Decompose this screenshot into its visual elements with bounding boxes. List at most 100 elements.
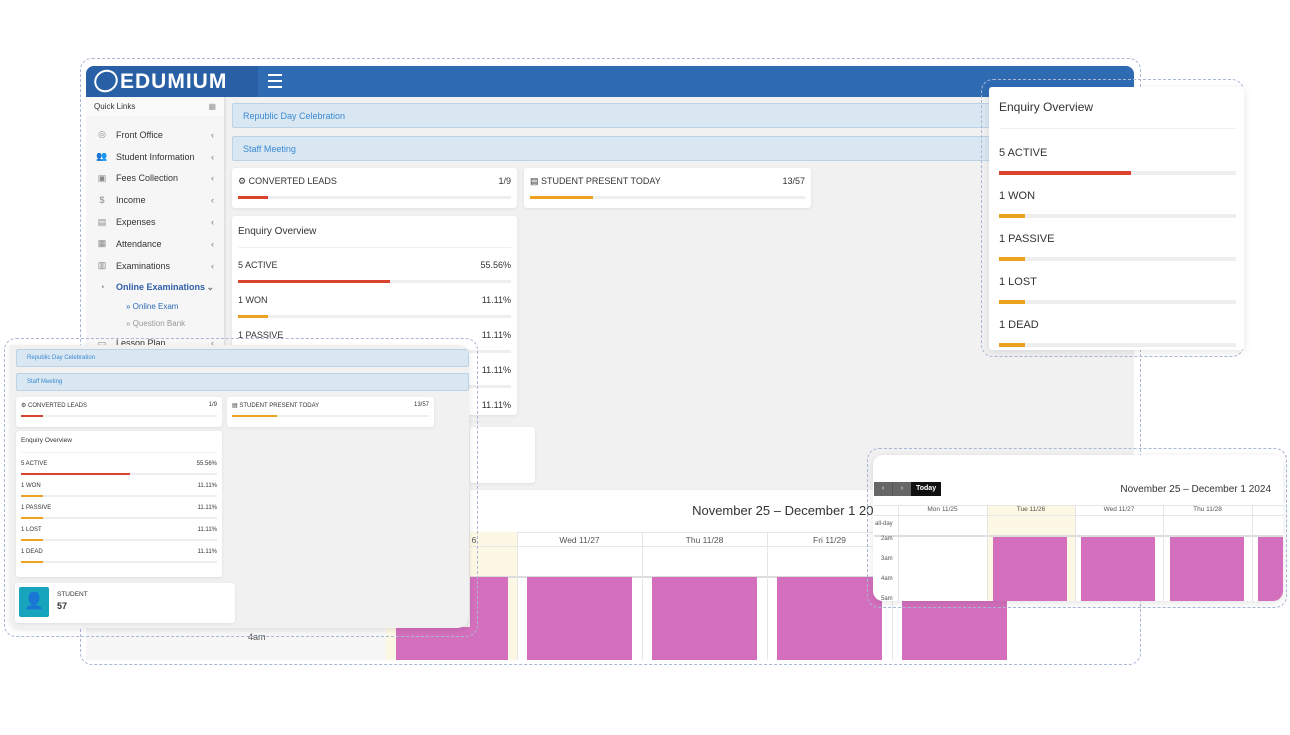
progress-bar [999, 300, 1236, 304]
progress-fill [530, 196, 593, 199]
divider [874, 515, 1283, 516]
leads-icon: ⚙ [21, 403, 29, 409]
next-week-button[interactable]: › [892, 482, 911, 496]
chevron-down-icon: ⌄ [206, 281, 214, 292]
sidebar-item-examinations[interactable]: ▥ Examinations ‹ [86, 255, 224, 277]
logo-icon [90, 66, 122, 97]
enquiry-item: 1 LOST 11.11% [21, 527, 217, 541]
day-header: Wed 11/27 [1103, 506, 1135, 513]
chevron-left-icon: ‹ [211, 260, 214, 271]
progress-fill [21, 539, 43, 541]
enquiry-label: 1 WON [999, 190, 1036, 202]
progress-bar [238, 196, 511, 199]
mobile-preview: Republic Day Celebration Staff Meeting ⚙… [10, 345, 469, 628]
sidebar-item-attendance[interactable]: ▦ Attendance ‹ [86, 233, 224, 255]
progress-fill [238, 315, 269, 318]
sidebar-item-student-information[interactable]: 👥 Student Information ‹ [86, 146, 224, 168]
hamburger-menu-icon[interactable] [268, 74, 282, 88]
enquiry-percent: 11.11% [481, 295, 511, 305]
chevron-left-icon: ‹ [211, 217, 214, 228]
progress-fill [999, 257, 1026, 261]
enquiry-label: 1 DEAD [21, 549, 43, 555]
enquiry-item: 5 ACTIVE 55.56% [238, 260, 511, 283]
today-button[interactable]: Today [911, 482, 942, 496]
subitem-online-exam[interactable]: » Online Exam [86, 298, 224, 315]
progress-bar [21, 473, 217, 475]
day-header: Thu 11/28 [1193, 506, 1222, 513]
enquiry-label: 1 LOST [21, 527, 42, 533]
progress-fill [238, 280, 390, 283]
notice-staff-meeting[interactable]: Staff Meeting [16, 373, 469, 391]
enquiry-label: 5 ACTIVE [999, 147, 1048, 159]
prev-week-button[interactable]: ‹ [874, 482, 892, 496]
progress-bar [232, 415, 429, 417]
calendar-event[interactable] [527, 577, 632, 660]
notice-label: Staff Meeting [27, 379, 63, 385]
subitem-question-bank[interactable]: » Question Bank [86, 315, 224, 332]
sidebar-item-online-examinations[interactable]: ◔ Online Examinations ⌄ [86, 277, 224, 299]
enquiry-item: 1 PASSIVE 11.11% [21, 505, 217, 519]
stat-label: CONVERTED LEADS [28, 403, 87, 409]
logo: EDUMIUM [86, 66, 258, 97]
enquiry-percent: 11.11% [197, 527, 217, 533]
student-present-card: ▤ STUDENT PRESENT TODAY 13/57 [524, 168, 811, 208]
enquiry-percent: 11.11% [481, 400, 511, 410]
info-card [470, 427, 535, 483]
progress-bar [999, 257, 1236, 261]
sidebar-item-front-office[interactable]: ◎ Front Office ‹ [86, 124, 224, 146]
progress-bar [999, 343, 1236, 347]
quick-links[interactable]: Quick Links ▦ [86, 97, 224, 116]
calendar-event[interactable] [1170, 537, 1244, 601]
sidebar-item-expenses[interactable]: ▤ Expenses ‹ [86, 211, 224, 233]
notice-republic-day[interactable]: Republic Day Celebration [232, 103, 1012, 128]
chevron-left-icon: ‹ [211, 151, 214, 162]
divider [987, 505, 988, 601]
progress-fill [999, 300, 1026, 304]
progress-fill [21, 561, 43, 563]
money-icon: ▣ [97, 172, 107, 183]
sidebar-item-label: Fees Collection [116, 173, 179, 184]
enquiry-percent: 11.11% [481, 365, 511, 375]
sidebar-item-fees-collection[interactable]: ▣ Fees Collection ‹ [86, 168, 224, 190]
progress-bar [21, 415, 217, 417]
time-label: 2am [881, 536, 893, 542]
calendar-nav: ‹ › Today [874, 482, 942, 496]
day-header: Mon 11/25 [927, 506, 958, 513]
enquiry-item: 1 LOST [999, 276, 1236, 304]
progress-fill [21, 517, 43, 519]
brand-name: EDUMIUM [120, 70, 228, 93]
notice-label: Staff Meeting [243, 143, 296, 154]
progress-fill [21, 415, 43, 417]
sidebar-item-label: Student Information [116, 151, 195, 162]
calendar-event[interactable] [993, 537, 1067, 601]
users-icon: 👥 [96, 151, 108, 162]
enquiry-label: 1 WON [238, 295, 268, 305]
sidebar-item-label: Expenses [116, 217, 156, 228]
notice-republic-day[interactable]: Republic Day Celebration [16, 349, 469, 367]
calendar-icon: ▤ [530, 176, 542, 186]
rss-icon: ◔ [99, 282, 105, 293]
grid-icon[interactable]: ▦ [208, 102, 216, 111]
divider [898, 505, 899, 601]
time-label: 4am [881, 576, 893, 582]
progress-bar [530, 196, 805, 199]
enquiry-item: 5 ACTIVE 55.56% [21, 461, 217, 475]
progress-bar [999, 171, 1236, 175]
notice-staff-meeting[interactable]: Staff Meeting [232, 136, 1012, 161]
stat-value: 13/57 [413, 402, 429, 408]
all-day-label: all-day [875, 521, 893, 527]
subitem-label: Question Bank [132, 319, 186, 329]
calendar-event[interactable] [652, 577, 757, 660]
calendar-event[interactable] [1081, 537, 1155, 601]
enquiry-item: 1 DEAD [999, 319, 1236, 347]
calendar-event[interactable] [1258, 537, 1283, 601]
progress-bar [999, 214, 1236, 218]
enquiry-item: 1 WON 11.11% [21, 483, 217, 497]
chevron-left-icon: ‹ [211, 129, 214, 140]
progress-bar [21, 539, 217, 541]
sidebar-item-income[interactable]: $ Income ‹ [86, 189, 224, 211]
stat-value: 1/9 [208, 402, 217, 408]
enquiry-item: 5 ACTIVE [999, 147, 1236, 175]
enquiry-label: 1 PASSIVE [999, 233, 1055, 245]
divider [1252, 505, 1253, 601]
